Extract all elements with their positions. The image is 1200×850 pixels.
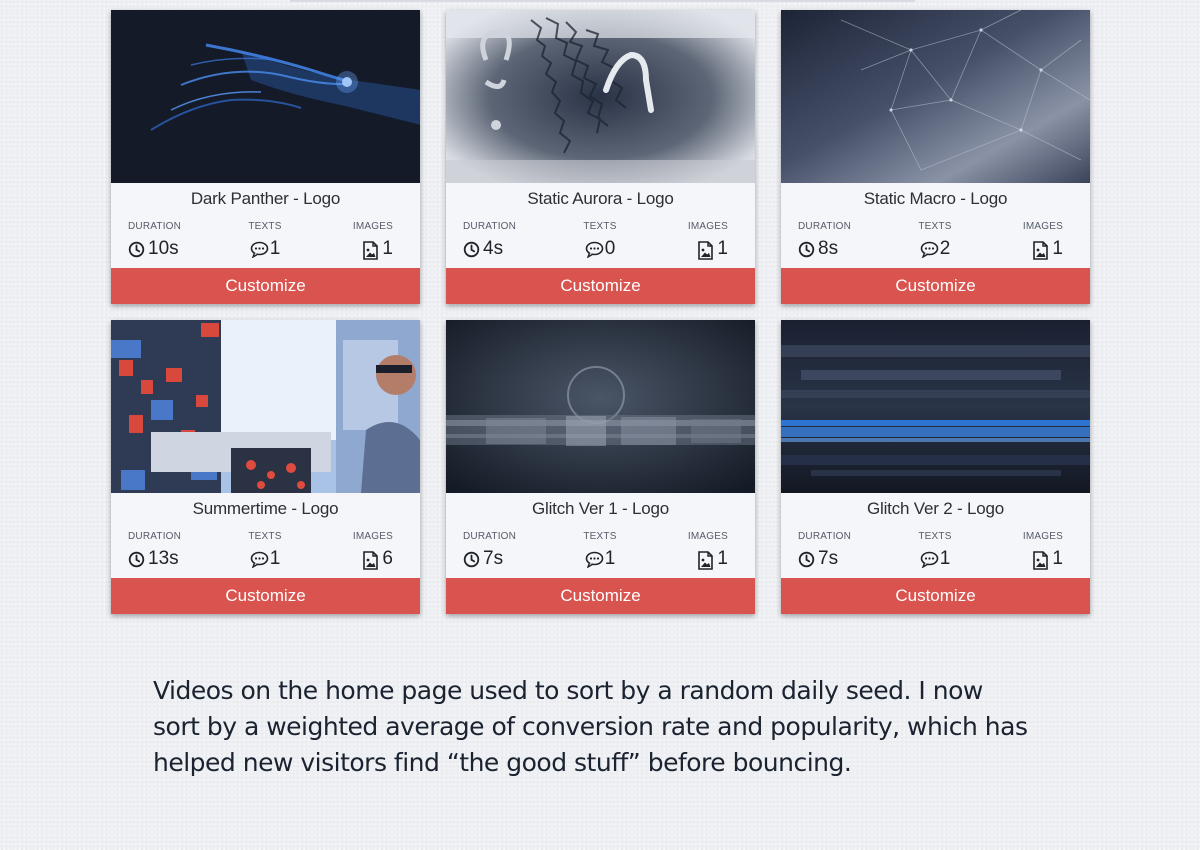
image-file-icon <box>697 240 714 260</box>
images-label: IMAGES <box>1022 531 1063 542</box>
duration-label: DURATION <box>798 531 852 542</box>
texts-value: 0 <box>604 238 616 259</box>
images-value: 1 <box>717 238 728 259</box>
duration-value: 13s <box>148 548 179 569</box>
comment-icon <box>250 551 269 568</box>
static-aurora-preview[interactable] <box>446 10 755 183</box>
clock-icon <box>798 551 815 568</box>
clock-icon <box>463 241 480 258</box>
image-file-icon <box>362 240 379 260</box>
duration-value: 4s <box>483 238 504 259</box>
duration-stat: DURATION 13s <box>128 531 228 570</box>
images-label: IMAGES <box>352 221 393 232</box>
card-title: Summertime - Logo <box>192 499 339 518</box>
customize-button[interactable]: Customize <box>446 578 755 614</box>
duration-stat: DURATION 7s <box>798 531 898 570</box>
customize-button[interactable]: Customize <box>446 268 755 304</box>
duration-label: DURATION <box>128 221 182 232</box>
summertime-preview[interactable] <box>111 320 420 493</box>
template-card[interactable]: Static Macro - Logo DURATION 8s TEXTS 2 … <box>781 10 1090 304</box>
caption-line: sort by a weighted average of conversion… <box>153 712 1028 741</box>
images-stat: IMAGES 6 <box>293 531 393 570</box>
images-value: 1 <box>1052 548 1063 569</box>
static-macro-preview[interactable] <box>781 10 1090 183</box>
duration-stat: DURATION 8s <box>798 221 898 260</box>
duration-value: 10s <box>148 238 179 259</box>
images-stat: IMAGES 1 <box>628 221 728 260</box>
comment-icon <box>920 241 939 258</box>
top-divider <box>290 0 915 2</box>
duration-value: 7s <box>818 548 839 569</box>
duration-label: DURATION <box>463 221 517 232</box>
images-stat: IMAGES 1 <box>293 221 393 260</box>
clock-icon <box>798 241 815 258</box>
images-value: 1 <box>717 548 728 569</box>
comment-icon <box>250 241 269 258</box>
image-file-icon <box>697 550 714 570</box>
card-title: Static Aurora - Logo <box>527 189 674 208</box>
texts-value: 1 <box>269 548 281 569</box>
glitch-ver-1-preview[interactable] <box>446 320 755 493</box>
images-value: 1 <box>1052 238 1063 259</box>
template-card[interactable]: Glitch Ver 1 - Logo DURATION 7s TEXTS 1 … <box>446 320 755 614</box>
images-label: IMAGES <box>687 531 728 542</box>
images-label: IMAGES <box>687 221 728 232</box>
images-label: IMAGES <box>1022 221 1063 232</box>
comment-icon <box>585 241 604 258</box>
card-stats: DURATION 13s TEXTS 1 IMAGES 6 <box>111 524 420 584</box>
caption-line: Videos on the home page used to sort by … <box>153 676 983 705</box>
card-stats: DURATION 4s TEXTS 0 IMAGES 1 <box>446 214 755 274</box>
card-title: Glitch Ver 2 - Logo <box>867 499 1004 518</box>
comment-icon <box>585 551 604 568</box>
clock-icon <box>128 241 145 258</box>
image-file-icon <box>1032 550 1049 570</box>
dark-panther-preview[interactable] <box>111 10 420 183</box>
images-value: 6 <box>382 548 393 569</box>
clock-icon <box>463 551 480 568</box>
duration-stat: DURATION 10s <box>128 221 228 260</box>
duration-value: 7s <box>483 548 504 569</box>
caption-line: helped new visitors find “the good stuff… <box>153 748 852 777</box>
duration-label: DURATION <box>798 221 852 232</box>
card-title: Dark Panther - Logo <box>190 189 341 208</box>
clock-icon <box>128 551 145 568</box>
template-card[interactable]: Dark Panther - Logo DURATION 10s TEXTS 1… <box>111 10 420 304</box>
caption-text: Videos on the home page used to sort by … <box>153 673 1073 781</box>
images-stat: IMAGES 1 <box>628 531 728 570</box>
images-stat: IMAGES 1 <box>963 221 1063 260</box>
glitch-ver-2-preview[interactable] <box>781 320 1090 493</box>
image-file-icon <box>1032 240 1049 260</box>
card-stats: DURATION 7s TEXTS 1 IMAGES 1 <box>781 524 1090 584</box>
card-stats: DURATION 7s TEXTS 1 IMAGES 1 <box>446 524 755 584</box>
duration-label: DURATION <box>463 531 517 542</box>
template-card[interactable]: Glitch Ver 2 - Logo DURATION 7s TEXTS 1 … <box>781 320 1090 614</box>
card-title: Static Macro - Logo <box>863 189 1008 208</box>
duration-label: DURATION <box>128 531 182 542</box>
customize-button[interactable]: Customize <box>111 268 420 304</box>
duration-stat: DURATION 7s <box>463 531 563 570</box>
card-stats: DURATION 8s TEXTS 2 IMAGES 1 <box>781 214 1090 274</box>
card-stats: DURATION 10s TEXTS 1 IMAGES 1 <box>111 214 420 274</box>
customize-button[interactable]: Customize <box>111 578 420 614</box>
duration-stat: DURATION 4s <box>463 221 563 260</box>
template-card[interactable]: Static Aurora - Logo DURATION 4s TEXTS 0… <box>446 10 755 304</box>
images-label: IMAGES <box>352 531 393 542</box>
comment-icon <box>920 551 939 568</box>
customize-button[interactable]: Customize <box>781 578 1090 614</box>
customize-button[interactable]: Customize <box>781 268 1090 304</box>
card-title: Glitch Ver 1 - Logo <box>532 499 669 518</box>
images-value: 1 <box>382 238 393 259</box>
image-file-icon <box>362 550 379 570</box>
duration-value: 8s <box>818 238 839 259</box>
texts-value: 1 <box>269 238 281 259</box>
images-stat: IMAGES 1 <box>963 531 1063 570</box>
template-card[interactable]: Summertime - Logo DURATION 13s TEXTS 1 I… <box>111 320 420 614</box>
template-grid: Dark Panther - Logo DURATION 10s TEXTS 1… <box>111 10 1090 614</box>
texts-value: 1 <box>604 548 616 569</box>
texts-value: 1 <box>939 548 951 569</box>
texts-value: 2 <box>939 238 951 259</box>
